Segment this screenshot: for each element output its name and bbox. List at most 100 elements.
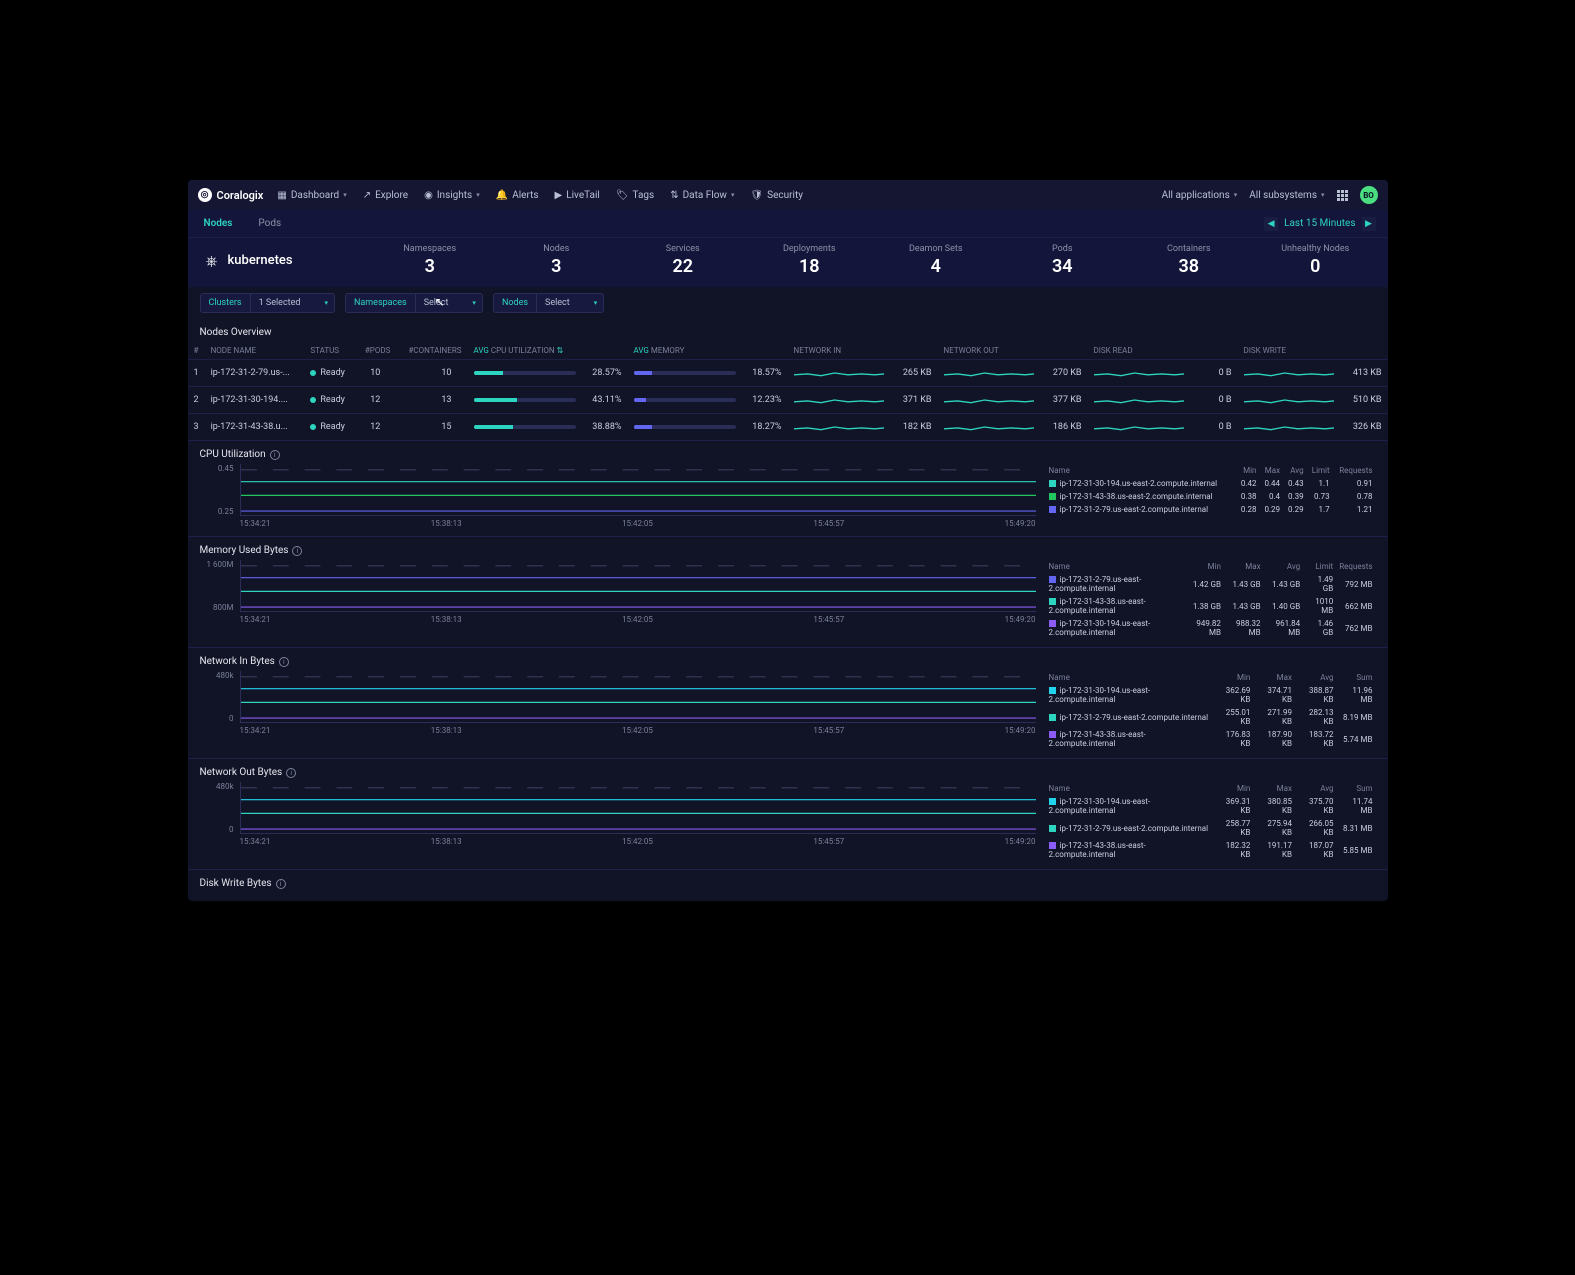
legend-row[interactable]: ip-172-31-43-38.us-east-2.compute.intern… <box>1046 490 1376 503</box>
col-pods[interactable]: #PODS <box>355 342 396 360</box>
col-containers[interactable]: #CONTAINERS <box>396 342 467 360</box>
legend-color-icon <box>1049 576 1056 583</box>
nav-dashboard[interactable]: ▦Dashboard▾ <box>277 190 346 201</box>
containers-count: 10 <box>396 360 467 387</box>
x-tick: 15:42:05 <box>622 615 653 624</box>
table-row[interactable]: 3 ip-172-31-43-38.u... Ready 12 15 38.88… <box>188 414 1388 441</box>
legend-color-icon <box>1049 714 1056 721</box>
y-tick: 480k <box>200 782 234 791</box>
nav-dataflow[interactable]: ⇅Data Flow▾ <box>670 190 734 201</box>
stat-pods[interactable]: Pods 34 <box>1004 244 1121 277</box>
x-tick: 15:45:57 <box>813 726 844 735</box>
col-status[interactable]: STATUS <box>304 342 355 360</box>
stat-label: Pods <box>1004 244 1121 254</box>
filter-nodes[interactable]: Nodes Select ▾ <box>493 293 604 313</box>
chevron-down-icon: ▾ <box>594 299 604 307</box>
chart-area[interactable]: 480k0 15:34:2115:38:1315:42:0515:45:5715… <box>200 782 1036 846</box>
avatar[interactable]: BO <box>1360 186 1378 204</box>
nav-security-label: Security <box>767 190 803 201</box>
cpu-cell: 43.11% <box>468 387 628 414</box>
x-tick: 15:34:21 <box>240 615 271 624</box>
x-tick: 15:38:13 <box>431 615 462 624</box>
stat-deployments[interactable]: Deployments 18 <box>751 244 868 277</box>
x-tick: 15:34:21 <box>240 726 271 735</box>
subtab-nodes[interactable]: Nodes <box>200 216 237 231</box>
stat-services[interactable]: Services 22 <box>625 244 742 277</box>
net-in-cell: 265 KB <box>788 360 938 387</box>
nav-security[interactable]: 🛡Security <box>750 190 803 201</box>
info-icon[interactable]: i <box>292 546 302 556</box>
brand[interactable]: ◎ Coralogix <box>198 188 264 202</box>
legend-row[interactable]: ip-172-31-2-79.us-east-2.compute.interna… <box>1046 817 1376 839</box>
nav-livetail[interactable]: ▶LiveTail <box>555 190 600 201</box>
nav-explore[interactable]: ↗Explore <box>363 190 408 201</box>
info-icon[interactable]: i <box>270 450 280 460</box>
stat-label: Containers <box>1131 244 1248 254</box>
chart-legend: NameMinMaxAvgSum ip-172-31-30-194.us-eas… <box>1046 782 1376 861</box>
table-row[interactable]: 2 ip-172-31-30-194.... Ready 12 13 43.11… <box>188 387 1388 414</box>
time-range-label[interactable]: Last 15 Minutes <box>1284 218 1355 229</box>
stats-row: ⎈ kubernetes Namespaces 3 Nodes 3 Servic… <box>188 238 1388 287</box>
x-tick: 15:34:21 <box>240 519 271 528</box>
legend-row[interactable]: ip-172-31-43-38.us-east-2.compute.intern… <box>1046 595 1376 617</box>
legend-row[interactable]: ip-172-31-43-38.us-east-2.compute.intern… <box>1046 839 1376 861</box>
legend-row[interactable]: ip-172-31-30-194.us-east-2.compute.inter… <box>1046 477 1376 490</box>
nav-alerts[interactable]: 🔔Alerts <box>496 190 539 201</box>
stat-nodes[interactable]: Nodes 3 <box>498 244 615 277</box>
legend-row[interactable]: ip-172-31-2-79.us-east-2.compute.interna… <box>1046 706 1376 728</box>
nav-tags[interactable]: 🏷Tags <box>616 190 654 201</box>
legend-row[interactable]: ip-172-31-2-79.us-east-2.compute.interna… <box>1046 573 1376 595</box>
legend-row[interactable]: ip-172-31-30-194.us-east-2.compute.inter… <box>1046 684 1376 706</box>
stat-value: 3 <box>372 256 489 277</box>
stat-unhealthy nodes[interactable]: Unhealthy Nodes 0 <box>1257 244 1374 277</box>
y-tick: 0 <box>200 825 234 834</box>
chevron-down-icon: ▾ <box>1234 191 1238 199</box>
filter-clusters[interactable]: Clusters 1 Selected ▾ <box>200 293 335 313</box>
stat-label: Namespaces <box>372 244 489 254</box>
mem-cell: 18.27% <box>628 414 788 441</box>
filter-namespaces[interactable]: Namespaces Select ▾ <box>345 293 483 313</box>
time-range-prev-button[interactable]: ◀ <box>1264 217 1278 231</box>
filter-applications[interactable]: All applications▾ <box>1162 190 1238 201</box>
panel-title: Network Out Bytes i <box>200 767 1376 778</box>
col-name[interactable]: NODE NAME <box>205 342 305 360</box>
table-row[interactable]: 1 ip-172-31-2-79.us-... Ready 10 10 28.5… <box>188 360 1388 387</box>
time-range-next-button[interactable]: ▶ <box>1362 217 1376 231</box>
panel-title: Disk Write Bytes i <box>200 878 1376 889</box>
x-tick: 15:38:13 <box>431 726 462 735</box>
stat-namespaces[interactable]: Namespaces 3 <box>372 244 489 277</box>
chart-area[interactable]: 480k0 15:34:2115:38:1315:42:0515:45:5715… <box>200 671 1036 735</box>
info-icon[interactable]: i <box>276 879 286 889</box>
status-dot-icon <box>310 397 316 403</box>
col-net-in[interactable]: NETWORK IN <box>788 342 938 360</box>
chart-area[interactable]: 0.450.25 15:34:2115:38:1315:42:0515:45:5… <box>200 464 1036 528</box>
col-disk-read[interactable]: DISK READ <box>1088 342 1238 360</box>
kubernetes-logo: ⎈ kubernetes <box>202 251 362 271</box>
apps-grid-icon[interactable] <box>1337 190 1348 201</box>
stat-containers[interactable]: Containers 38 <box>1131 244 1248 277</box>
panel-title: CPU Utilization i <box>200 449 1376 460</box>
col-net-out[interactable]: NETWORK OUT <box>938 342 1088 360</box>
col-cpu[interactable]: AVG CPU UTILIZATION ⇅ <box>468 342 628 360</box>
legend-row[interactable]: ip-172-31-43-38.us-east-2.compute.intern… <box>1046 728 1376 750</box>
col-mem[interactable]: AVG MEMORY <box>628 342 788 360</box>
chart-area[interactable]: 1 600M800M 15:34:2115:38:1315:42:0515:45… <box>200 560 1036 624</box>
stat-deamon sets[interactable]: Deamon Sets 4 <box>878 244 995 277</box>
filter-subsystems[interactable]: All subsystems▾ <box>1249 190 1324 201</box>
nav-tags-label: Tags <box>633 190 655 201</box>
nav-insights[interactable]: ◉Insights▾ <box>424 190 480 201</box>
legend-row[interactable]: ip-172-31-30-194.us-east-2.compute.inter… <box>1046 617 1376 639</box>
x-tick: 15:34:21 <box>240 837 271 846</box>
nav-dashboard-label: Dashboard <box>291 190 339 201</box>
legend-row[interactable]: ip-172-31-2-79.us-east-2.compute.interna… <box>1046 503 1376 516</box>
subtab-pods[interactable]: Pods <box>254 216 285 231</box>
disk-write-cell: 510 KB <box>1238 387 1388 414</box>
info-icon[interactable]: i <box>286 768 296 778</box>
x-tick: 15:45:57 <box>813 837 844 846</box>
avatar-initials: BO <box>1363 191 1374 200</box>
stat-value: 0 <box>1257 256 1374 277</box>
legend-row[interactable]: ip-172-31-30-194.us-east-2.compute.inter… <box>1046 795 1376 817</box>
info-icon[interactable]: i <box>279 657 289 667</box>
col-disk-write[interactable]: DISK WRITE <box>1238 342 1388 360</box>
net-in-cell: 182 KB <box>788 414 938 441</box>
